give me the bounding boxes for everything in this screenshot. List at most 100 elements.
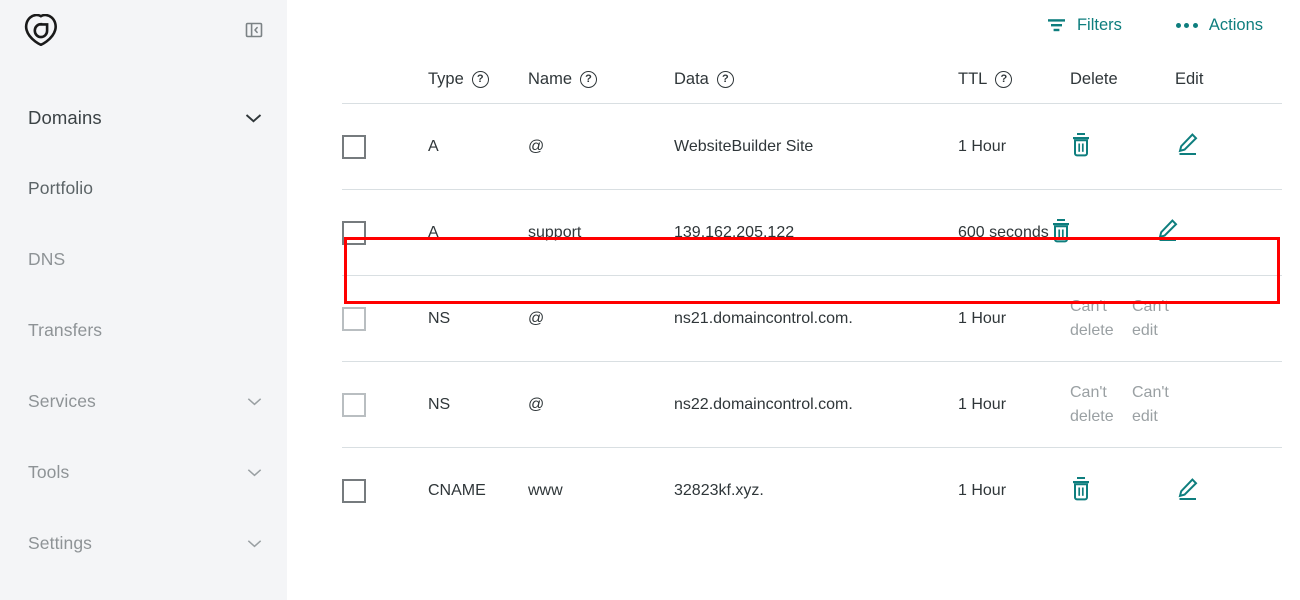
column-header-data-label: Data bbox=[674, 70, 709, 89]
edit-icon[interactable] bbox=[1155, 218, 1179, 242]
chevron-down-icon[interactable] bbox=[247, 468, 262, 477]
cell-data: 139.162.205.122 bbox=[674, 221, 958, 244]
sidebar-item-domains[interactable]: Domains bbox=[0, 82, 287, 153]
help-icon-name[interactable]: ? bbox=[580, 71, 597, 88]
filters-button[interactable]: Filters bbox=[1047, 16, 1122, 35]
delete-icon[interactable] bbox=[1070, 132, 1092, 157]
cell-type: CNAME bbox=[428, 479, 528, 502]
row-checkbox-cell bbox=[342, 135, 428, 159]
help-icon-ttl[interactable]: ? bbox=[995, 71, 1012, 88]
sidebar-item-services[interactable]: Services bbox=[0, 366, 287, 437]
column-header-delete-label: Delete bbox=[1070, 70, 1118, 89]
column-header-ttl-label: TTL bbox=[958, 70, 987, 89]
sidebar-item-label: Portfolio bbox=[28, 178, 93, 199]
cell-edit bbox=[1155, 218, 1282, 247]
cell-delete bbox=[1070, 476, 1175, 506]
chevron-down-icon[interactable] bbox=[247, 397, 262, 406]
cell-delete bbox=[1050, 218, 1155, 248]
column-header-type: Type ? bbox=[428, 70, 528, 89]
cell-ttl: 1 Hour bbox=[958, 135, 1070, 158]
table-row[interactable]: CNAME www 32823kf.xyz. 1 Hour bbox=[342, 448, 1282, 534]
cell-edit: Can't edit bbox=[1132, 381, 1194, 427]
cell-name: @ bbox=[528, 307, 674, 330]
cell-type: NS bbox=[428, 393, 528, 416]
actions-button[interactable]: Actions bbox=[1176, 16, 1263, 35]
cell-name: @ bbox=[528, 393, 674, 416]
sidebar-item-label: DNS bbox=[28, 249, 65, 270]
actions-label: Actions bbox=[1209, 16, 1263, 35]
table-row[interactable]: A support 139.162.205.122 600 seconds bbox=[342, 190, 1282, 276]
cell-data: ns22.domaincontrol.com. bbox=[674, 393, 958, 416]
edit-icon[interactable] bbox=[1175, 477, 1199, 501]
table-row[interactable]: NS @ ns21.domaincontrol.com. 1 Hour Can'… bbox=[342, 276, 1282, 362]
row-checkbox-cell bbox=[342, 393, 428, 417]
cell-ttl: 1 Hour bbox=[958, 307, 1070, 330]
row-checkbox[interactable] bbox=[342, 479, 366, 503]
cell-delete bbox=[1070, 132, 1175, 162]
cell-type: NS bbox=[428, 307, 528, 330]
row-checkbox[interactable] bbox=[342, 221, 366, 245]
cell-edit bbox=[1175, 477, 1282, 506]
sidebar-item-label: Services bbox=[28, 391, 96, 412]
column-header-name: Name ? bbox=[528, 70, 674, 89]
cell-name: @ bbox=[528, 135, 674, 158]
table-row[interactable]: NS @ ns22.domaincontrol.com. 1 Hour Can'… bbox=[342, 362, 1282, 448]
row-checkbox[interactable] bbox=[342, 135, 366, 159]
records-toolbar: Filters Actions bbox=[287, 0, 1300, 50]
cell-type: A bbox=[428, 221, 528, 244]
row-checkbox-cell bbox=[342, 479, 428, 503]
godaddy-logo[interactable] bbox=[24, 14, 58, 46]
sidebar-item-label: Tools bbox=[28, 462, 69, 483]
row-checkbox[interactable] bbox=[342, 307, 366, 331]
table-header-row: Type ? Name ? Data ? TTL ? Delete bbox=[342, 50, 1282, 104]
main-content: Filters Actions Type ? Name ? Da bbox=[287, 0, 1300, 600]
cell-edit: Can't edit bbox=[1132, 295, 1194, 341]
cell-ttl: 600 seconds bbox=[958, 221, 1050, 244]
delete-icon[interactable] bbox=[1070, 476, 1092, 501]
sidebar-item-label: Transfers bbox=[28, 320, 102, 341]
row-checkbox-cell bbox=[342, 221, 428, 245]
cell-data: 32823kf.xyz. bbox=[674, 479, 958, 502]
column-header-edit: Edit bbox=[1175, 70, 1282, 89]
cell-name: support bbox=[528, 221, 674, 244]
sidebar-item-portfolio[interactable]: Portfolio bbox=[0, 153, 287, 224]
sidebar-header bbox=[0, 0, 287, 60]
sidebar: Domains Portfolio DNS Transfers Services bbox=[0, 0, 287, 600]
sidebar-item-settings[interactable]: Settings bbox=[0, 508, 287, 579]
cell-delete: Can't delete bbox=[1070, 295, 1132, 341]
filter-icon bbox=[1047, 17, 1066, 33]
dns-management-page: Domains Portfolio DNS Transfers Services bbox=[0, 0, 1300, 600]
filters-label: Filters bbox=[1077, 16, 1122, 35]
cell-data: WebsiteBuilder Site bbox=[674, 135, 958, 158]
column-header-ttl: TTL ? bbox=[958, 70, 1070, 89]
row-checkbox[interactable] bbox=[342, 393, 366, 417]
row-checkbox-cell bbox=[342, 307, 428, 331]
cell-type: A bbox=[428, 135, 528, 158]
panel-collapse-icon[interactable] bbox=[243, 19, 265, 41]
sidebar-item-tools[interactable]: Tools bbox=[0, 437, 287, 508]
column-header-name-label: Name bbox=[528, 70, 572, 89]
cell-name: www bbox=[528, 479, 674, 502]
ellipsis-icon bbox=[1176, 23, 1198, 28]
edit-icon[interactable] bbox=[1175, 132, 1199, 156]
sidebar-item-label: Domains bbox=[28, 107, 102, 129]
cell-data: ns21.domaincontrol.com. bbox=[674, 307, 958, 330]
dns-records-table: Type ? Name ? Data ? TTL ? Delete bbox=[287, 50, 1300, 534]
cell-delete: Can't delete bbox=[1070, 381, 1132, 427]
help-icon-data[interactable]: ? bbox=[717, 71, 734, 88]
chevron-down-icon[interactable] bbox=[245, 113, 262, 123]
table-row[interactable]: A @ WebsiteBuilder Site 1 Hour bbox=[342, 104, 1282, 190]
help-icon-type[interactable]: ? bbox=[472, 71, 489, 88]
cell-ttl: 1 Hour bbox=[958, 393, 1070, 416]
sidebar-item-dns[interactable]: DNS bbox=[0, 224, 287, 295]
column-header-delete: Delete bbox=[1070, 70, 1175, 89]
sidebar-item-transfers[interactable]: Transfers bbox=[0, 295, 287, 366]
cell-edit bbox=[1175, 132, 1282, 161]
column-header-type-label: Type bbox=[428, 70, 464, 89]
sidebar-item-label: Settings bbox=[28, 533, 92, 554]
chevron-down-icon[interactable] bbox=[247, 539, 262, 548]
cell-ttl: 1 Hour bbox=[958, 479, 1070, 502]
column-header-data: Data ? bbox=[674, 70, 958, 89]
delete-icon[interactable] bbox=[1050, 218, 1072, 243]
column-header-edit-label: Edit bbox=[1175, 70, 1203, 89]
